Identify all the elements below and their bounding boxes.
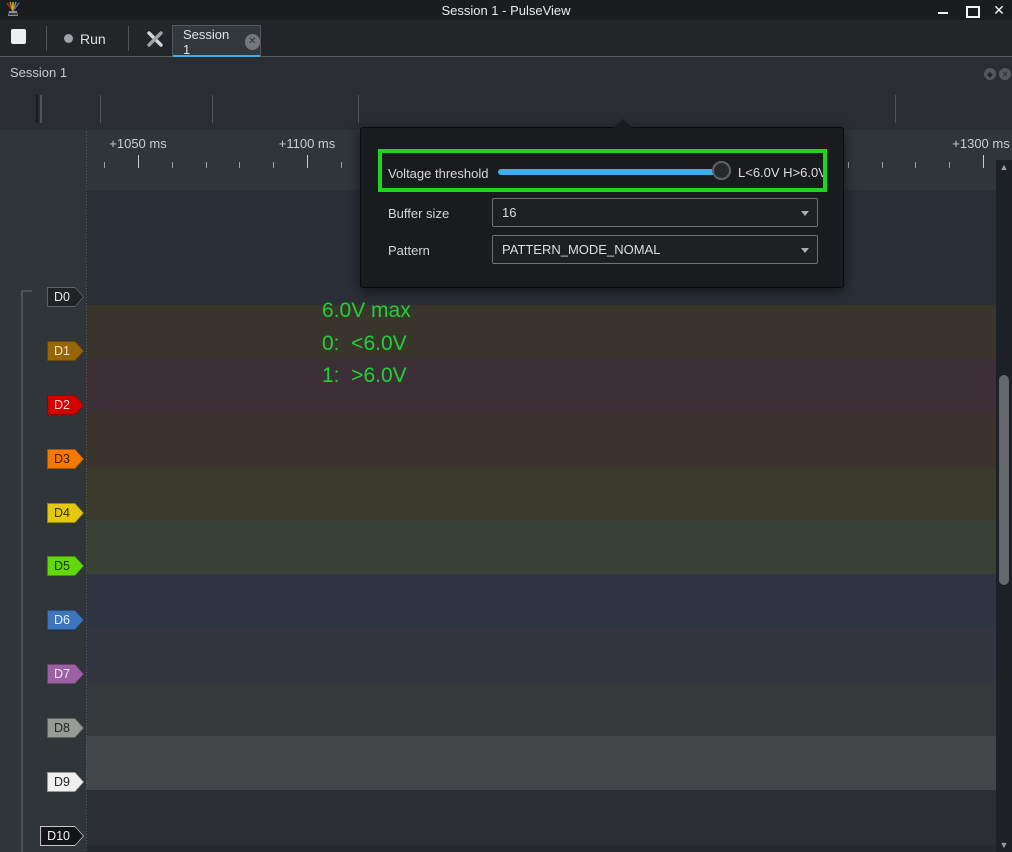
scroll-up-icon[interactable]: ▲ <box>996 160 1012 174</box>
dock-float-icon[interactable]: ◆ <box>984 68 996 80</box>
channel-flag-d0[interactable]: D0 <box>47 287 84 307</box>
channel-flag-d2[interactable]: D2 <box>47 395 84 415</box>
close-button[interactable]: ✕ <box>992 3 1006 17</box>
buffer-size-value: 16 <box>502 205 516 220</box>
ruler-major-tick <box>983 155 984 168</box>
channel-flag-d8[interactable]: D8 <box>47 718 84 738</box>
ruler-time-label: +1300 ms <box>952 136 1009 151</box>
trace-group-bracket[interactable] <box>21 290 23 852</box>
chevron-down-icon <box>801 211 809 216</box>
tab-label: Session 1 <box>183 27 238 57</box>
capture-state-icon[interactable] <box>11 29 26 44</box>
ruler-minor-tick <box>104 162 105 168</box>
ruler-minor-tick <box>206 162 207 168</box>
vertical-scrollbar[interactable]: ▲ ▼ <box>996 160 1012 852</box>
channel-band-d5 <box>86 520 996 574</box>
channel-flag-label: D6 <box>48 611 83 629</box>
channel-band-d1 <box>86 305 996 359</box>
channel-band-d3 <box>86 413 996 467</box>
chevron-down-icon <box>801 248 809 253</box>
ruler-minor-tick <box>848 162 849 168</box>
ruler-minor-tick <box>239 162 240 168</box>
channel-flag-label: D2 <box>48 396 83 414</box>
channel-flag-d6[interactable]: D6 <box>47 610 84 630</box>
maximize-button[interactable] <box>964 3 978 17</box>
session-toolbar: + − Sipeed SLogic16 U3 1 M samples <box>0 88 1012 130</box>
pattern-value: PATTERN_MODE_NOMAL <box>502 242 660 257</box>
ruler-major-tick <box>307 155 308 168</box>
ruler-minor-tick <box>882 162 883 168</box>
ruler-minor-tick <box>949 162 950 168</box>
channel-flag-label: D0 <box>48 288 83 306</box>
channel-band-d7 <box>86 628 996 682</box>
annotation-line: 1: >6.0V <box>322 364 407 388</box>
dock-title: Session 1 <box>10 65 67 80</box>
main-tab-bar: Run Session 1 ✕ <box>0 20 1012 57</box>
channel-band-d2 <box>86 359 996 413</box>
highlight-rectangle <box>378 149 827 192</box>
buffer-size-select[interactable]: 16 <box>492 198 818 227</box>
channel-flag-d1[interactable]: D1 <box>47 341 84 361</box>
separator <box>100 95 101 123</box>
channel-flag-label: D4 <box>48 504 83 522</box>
channel-flag-d4[interactable]: D4 <box>47 503 84 523</box>
ruler-time-label: +1050 ms <box>109 136 166 151</box>
device-settings-popup: Voltage threshold L<6.0V H>6.0V Buffer s… <box>360 127 844 288</box>
separator <box>128 26 129 51</box>
tab-session-1[interactable]: Session 1 ✕ <box>172 25 261 57</box>
run-label: Run <box>80 31 106 47</box>
separator <box>46 26 47 51</box>
channel-band-d4 <box>86 467 996 521</box>
channel-flag-label: D3 <box>48 450 83 468</box>
minimize-button[interactable] <box>936 3 950 17</box>
channel-flag-label: D5 <box>48 557 83 575</box>
dock-close-icon[interactable]: ✕ <box>999 68 1011 80</box>
ruler-minor-tick <box>273 162 274 168</box>
channel-flag-d5[interactable]: D5 <box>47 556 84 576</box>
run-state-icon <box>64 34 73 43</box>
ruler-minor-tick <box>172 162 173 168</box>
ruler-major-tick <box>138 155 139 168</box>
pattern-select[interactable]: PATTERN_MODE_NOMAL <box>492 235 818 264</box>
tab-close-icon[interactable]: ✕ <box>245 34 260 50</box>
separator <box>895 95 896 123</box>
ruler-time-label: +1100 ms <box>279 136 336 151</box>
channel-flag-label: D10 <box>41 827 83 845</box>
channel-band-d9 <box>86 736 996 790</box>
toolbar-handle[interactable] <box>36 95 42 123</box>
channel-band-d10 <box>86 790 996 844</box>
ruler-minor-tick <box>341 162 342 168</box>
trace-bottom-strip <box>86 845 996 852</box>
scroll-down-icon[interactable]: ▼ <box>996 838 1012 852</box>
annotation-line: 6.0V max <box>322 299 411 323</box>
channel-flag-label: D1 <box>48 342 83 360</box>
pattern-label: Pattern <box>388 243 430 258</box>
channel-band-d8 <box>86 682 996 736</box>
separator <box>358 95 359 123</box>
run-button[interactable]: Run <box>58 26 112 51</box>
separator <box>212 95 213 123</box>
channel-flag-d10[interactable]: D10 <box>40 826 84 846</box>
annotation-line: 0: <6.0V <box>322 332 407 356</box>
channel-flag-d3[interactable]: D3 <box>47 449 84 469</box>
channel-band-d6 <box>86 574 996 628</box>
session-dock-header: Session 1 <box>0 57 1012 88</box>
window-title: Session 1 - PulseView <box>0 3 1012 18</box>
trace-group-bracket-top <box>21 290 32 292</box>
channel-flag-d7[interactable]: D7 <box>47 664 84 684</box>
settings-wrench-icon[interactable] <box>144 28 166 55</box>
channel-flag-label: D9 <box>48 773 83 791</box>
channel-flag-d9[interactable]: D9 <box>47 772 84 792</box>
title-bar: Session 1 - PulseView ✕ <box>0 0 1012 20</box>
channel-flag-label: D7 <box>48 665 83 683</box>
buffer-size-label: Buffer size <box>388 206 449 221</box>
header-divider[interactable] <box>86 132 87 852</box>
ruler-minor-tick <box>915 162 916 168</box>
scrollbar-thumb[interactable] <box>999 375 1009 585</box>
popup-pointer <box>613 119 633 128</box>
channel-flag-label: D8 <box>48 719 83 737</box>
